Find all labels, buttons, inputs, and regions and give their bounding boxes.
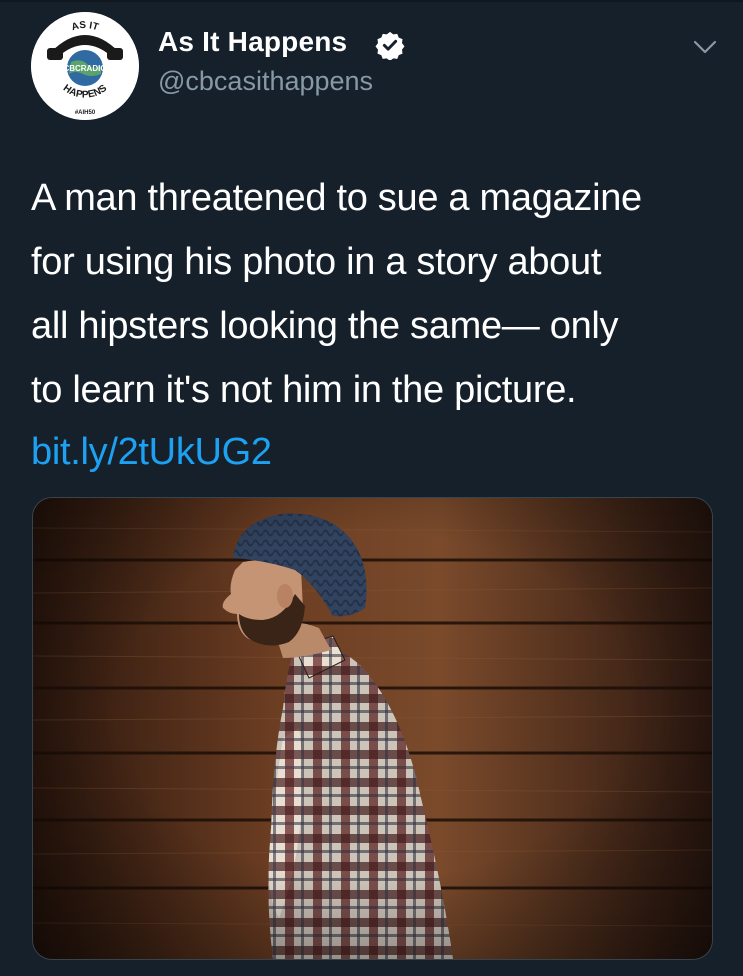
tweet-line: A man threatened to sue a magazine <box>31 177 642 219</box>
avatar-footer-text: #AIH50 <box>75 110 96 116</box>
display-name[interactable]: As It Happens <box>158 26 347 58</box>
avatar[interactable]: CBCRADIO AS IT HAPPENS #AIH50 <box>31 12 139 120</box>
tweet-line: all hipsters looking the same— only <box>31 305 619 347</box>
chevron-down-icon[interactable] <box>692 38 718 56</box>
tweet-line: for using his photo in a story about <box>31 241 602 283</box>
account-handle[interactable]: @cbcasithappens <box>158 66 373 97</box>
top-divider <box>0 0 743 2</box>
tweet-line: to learn it's not him in the picture. <box>31 369 577 411</box>
photo-man-in-beanie <box>33 498 712 959</box>
tweet-link[interactable]: bit.ly/2tUkUG2 <box>31 420 272 484</box>
avatar-middle-text: CBCRADIO <box>63 64 106 73</box>
tweet-text: A man threatened to sue a magazine for u… <box>31 166 721 422</box>
as-it-happens-logo: CBCRADIO AS IT HAPPENS #AIH50 <box>31 12 139 120</box>
verified-badge-icon <box>375 31 405 60</box>
tweet-media-image[interactable] <box>32 497 713 960</box>
